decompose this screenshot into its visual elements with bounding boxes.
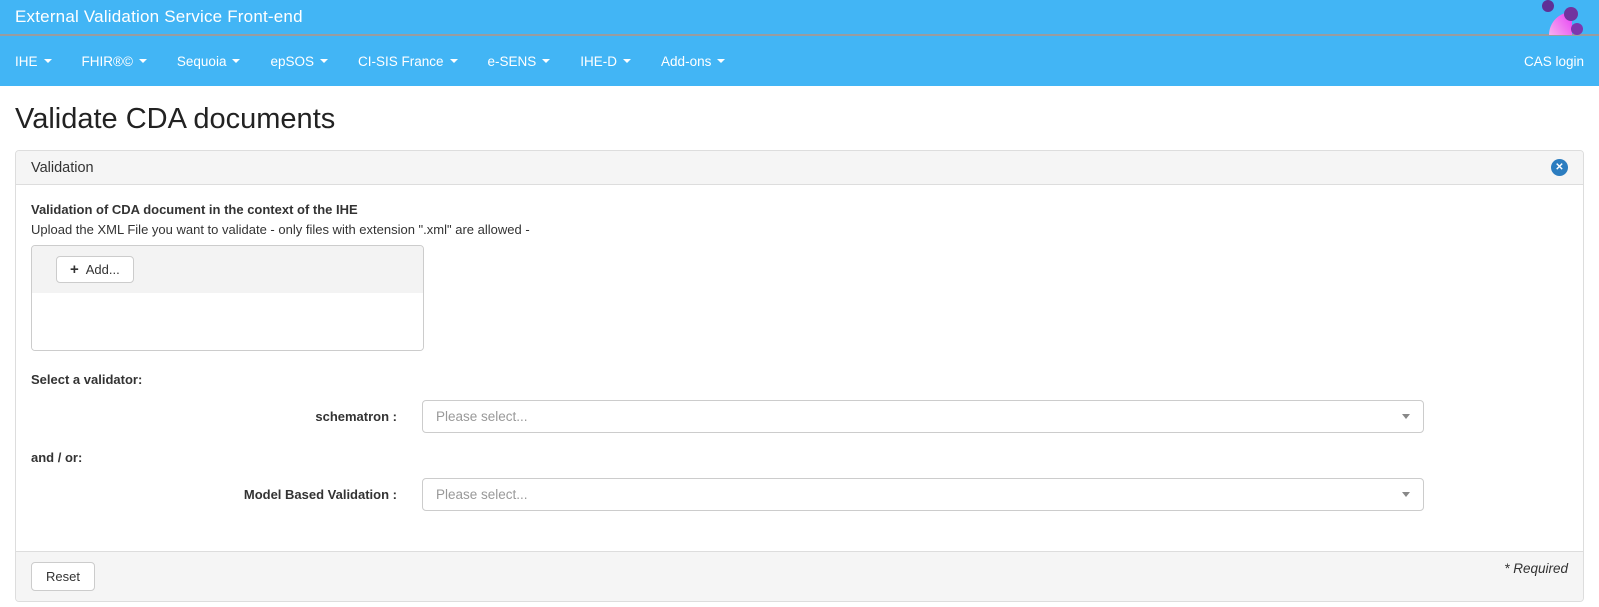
- nav-item-label: epSOS: [270, 53, 314, 69]
- close-panel-icon[interactable]: ✕: [1551, 159, 1568, 176]
- model-based-validation-row: Model Based Validation : Please select..…: [31, 478, 1568, 511]
- add-file-button-label: Add...: [85, 262, 120, 277]
- nav-item-fhir[interactable]: FHIR®©: [67, 54, 162, 69]
- file-upload-toolbar: + Add...: [32, 246, 423, 293]
- nav-item-label: Add-ons: [661, 53, 712, 69]
- select-validator-label: Select a validator:: [31, 372, 143, 387]
- caret-down-icon: [138, 59, 147, 63]
- nav-item-ihe-d[interactable]: IHE-D: [565, 54, 646, 69]
- nav-item-label: Sequoia: [176, 53, 227, 69]
- gazelle-logo-icon: [1541, 0, 1585, 36]
- caret-down-icon: [319, 59, 328, 63]
- schematron-label: schematron :: [315, 409, 397, 424]
- page-content: Validate CDA documents Validation ✕ Vali…: [0, 103, 1599, 602]
- caret-down-icon: [623, 59, 632, 63]
- nav-item-ihe[interactable]: IHE: [15, 54, 67, 69]
- nav-menu: IHE FHIR®© Sequoia epSOS CI-SIS France e…: [15, 54, 740, 69]
- cas-login-link[interactable]: CAS login: [1524, 54, 1584, 69]
- plus-icon: +: [70, 261, 79, 278]
- nav-item-label: IHE: [15, 53, 38, 69]
- nav-item-epsos[interactable]: epSOS: [255, 54, 343, 69]
- app-title: External Validation Service Front-end: [15, 7, 303, 26]
- caret-down-icon: [1402, 492, 1410, 497]
- caret-down-icon: [542, 59, 551, 63]
- model-based-validation-label: Model Based Validation :: [243, 487, 397, 502]
- caret-down-icon: [43, 59, 52, 63]
- nav-item-label: CI-SIS France: [357, 53, 444, 69]
- caret-down-icon: [449, 59, 458, 63]
- model-based-validation-select[interactable]: Please select...: [422, 478, 1424, 511]
- reset-button[interactable]: Reset: [31, 562, 95, 591]
- validation-panel-header: Validation ✕: [16, 151, 1583, 185]
- top-title-bar: External Validation Service Front-end: [0, 0, 1599, 36]
- upload-instructions: Upload the XML File you want to validate…: [31, 222, 530, 237]
- logo-dot-icon: [1564, 7, 1578, 21]
- caret-down-icon: [717, 59, 726, 63]
- validation-panel: Validation ✕ Validation of CDA document …: [15, 150, 1584, 602]
- validation-panel-body: Validation of CDA document in the contex…: [16, 185, 1583, 551]
- schematron-select-placeholder: Please select...: [436, 409, 528, 424]
- validation-panel-footer: Reset * Required: [16, 551, 1583, 601]
- logo-dot-icon: [1571, 23, 1583, 35]
- nav-item-label: e-SENS: [487, 53, 537, 69]
- nav-item-e-sens[interactable]: e-SENS: [473, 54, 566, 69]
- panel-title: Validation: [31, 159, 94, 176]
- schematron-select[interactable]: Please select...: [422, 400, 1424, 433]
- nav-item-ci-sis-france[interactable]: CI-SIS France: [343, 54, 473, 69]
- page-title: Validate CDA documents: [15, 103, 336, 135]
- caret-down-icon: [1402, 414, 1410, 419]
- nav-item-label: IHE-D: [580, 53, 618, 69]
- nav-item-label: FHIR®©: [81, 53, 133, 69]
- main-navbar: IHE FHIR®© Sequoia epSOS CI-SIS France e…: [0, 36, 1599, 86]
- and-or-label: and / or:: [31, 450, 83, 465]
- required-note: * Required: [1504, 561, 1568, 576]
- file-upload-widget: + Add...: [31, 245, 424, 351]
- schematron-row: schematron : Please select...: [31, 400, 1568, 433]
- file-upload-drop-area[interactable]: [32, 293, 423, 350]
- add-file-button[interactable]: + Add...: [56, 256, 134, 283]
- model-based-validation-select-placeholder: Please select...: [436, 487, 528, 502]
- logo-dot-icon: [1542, 0, 1554, 12]
- validation-context-heading: Validation of CDA document in the contex…: [31, 202, 358, 217]
- nav-item-sequoia[interactable]: Sequoia: [162, 54, 256, 69]
- nav-item-add-ons[interactable]: Add-ons: [646, 54, 740, 69]
- caret-down-icon: [232, 59, 241, 63]
